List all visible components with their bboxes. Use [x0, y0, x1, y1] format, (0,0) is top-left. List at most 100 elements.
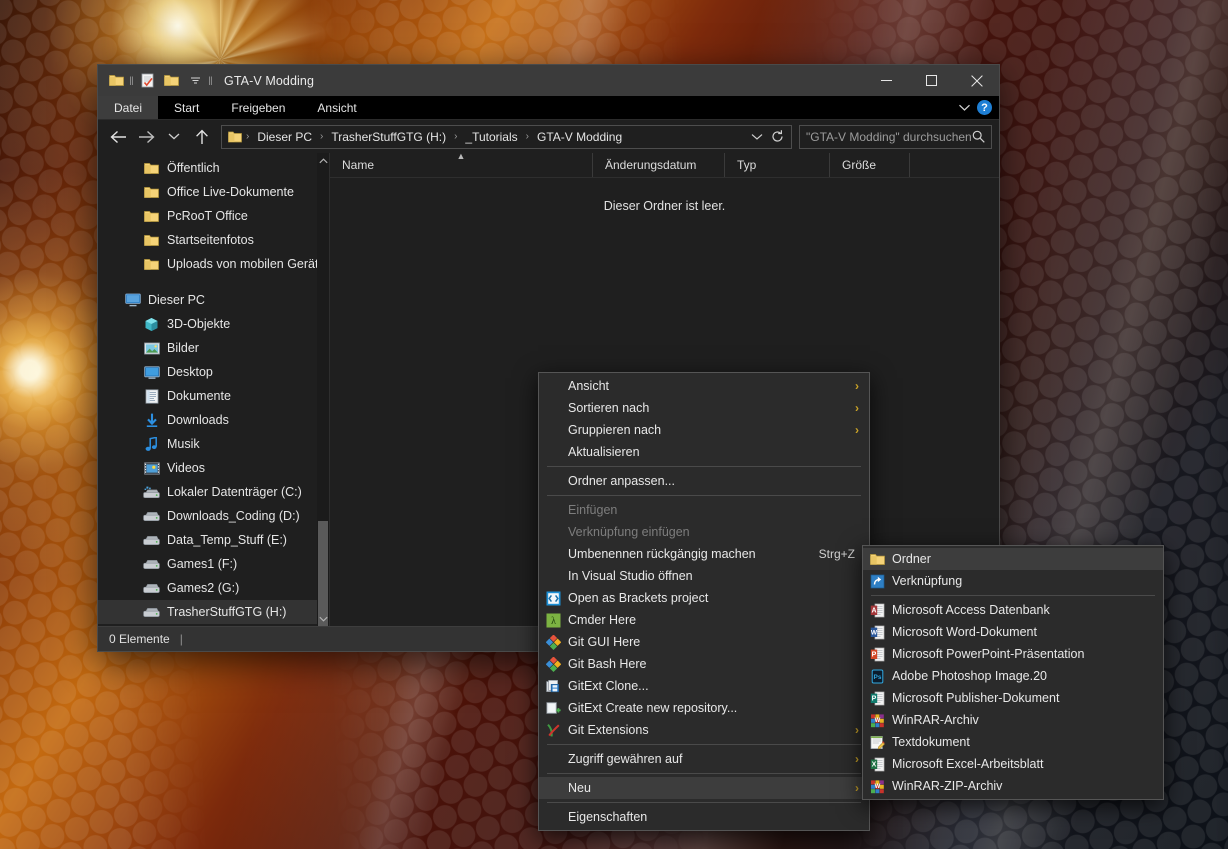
menu-item-ordner-anpassen[interactable]: Ordner anpassen...: [539, 470, 869, 492]
search-input[interactable]: "GTA-V Modding" durchsuchen: [799, 124, 992, 149]
menu-item-eigenschaften[interactable]: Eigenschaften: [539, 806, 869, 828]
submenu-item-ordner[interactable]: Ordner: [863, 548, 1163, 570]
column-label: Typ: [737, 158, 757, 172]
chevron-down-icon[interactable]: [751, 133, 763, 141]
sidebar-item-label: Games1 (F:): [167, 557, 238, 571]
search-icon[interactable]: [972, 130, 985, 143]
submenu-item-winrar-zip-archiv[interactable]: W WinRAR-ZIP-Archiv: [863, 775, 1163, 797]
menu-item-gruppieren-nach[interactable]: Gruppieren nach ›: [539, 419, 869, 441]
excel-icon: X: [863, 757, 892, 772]
submenu-item-microsoft-word-dokument[interactable]: W Microsoft Word-Dokument: [863, 621, 1163, 643]
chevron-down-icon[interactable]: [958, 103, 971, 112]
sidebar-item-dieser-pc[interactable]: Dieser PC: [98, 288, 329, 312]
menu-item-git-bash-here[interactable]: Git Bash Here: [539, 653, 869, 675]
tab-start[interactable]: Start: [158, 96, 215, 119]
submenu-item-adobe-photoshop-image[interactable]: Ps Adobe Photoshop Image.20: [863, 665, 1163, 687]
sidebar-item-data-temp-stuff-e[interactable]: Data_Temp_Stuff (E:): [98, 528, 329, 552]
submenu-item-microsoft-excel-arbeitsblatt[interactable]: X Microsoft Excel-Arbeitsblatt: [863, 753, 1163, 775]
sidebar-item-label: PcRooT Office: [167, 209, 248, 223]
properties-icon[interactable]: [135, 69, 159, 93]
svg-text:A: A: [871, 607, 876, 614]
folder-icon: [143, 208, 160, 224]
sidebar-item-downloads-coding-d[interactable]: Downloads_Coding (D:): [98, 504, 329, 528]
sidebar-item-games1-f[interactable]: Games1 (F:): [98, 552, 329, 576]
menu-item-aktualisieren[interactable]: Aktualisieren: [539, 441, 869, 463]
menu-item-label: Ordner anpassen...: [568, 474, 676, 488]
customize-qat-icon[interactable]: [183, 69, 207, 93]
sidebar-item-office-live-dokumente[interactable]: Office Live-Dokumente: [98, 180, 329, 204]
menu-item-gitext-clone[interactable]: GitExt Clone...: [539, 675, 869, 697]
submenu-item-verknuepfung[interactable]: Verknüpfung: [863, 570, 1163, 592]
menu-item-in-visual-studio-oeffnen[interactable]: In Visual Studio öffnen: [539, 565, 869, 587]
sidebar-item-startseitenfotos[interactable]: Startseitenfotos: [98, 228, 329, 252]
maximize-icon[interactable]: [909, 65, 954, 96]
column-header-typ[interactable]: Typ: [725, 153, 830, 177]
address-bar-controls: [751, 130, 787, 143]
back-arrow-icon[interactable]: [105, 124, 131, 150]
sidebar-item-videos[interactable]: Videos: [98, 456, 329, 480]
breadcrumb-item-dieser-pc[interactable]: Dieser PC: [252, 129, 317, 145]
tab-freigeben[interactable]: Freigeben: [215, 96, 301, 119]
navigation-pane-scrollbar[interactable]: [317, 153, 329, 626]
new-folder-icon[interactable]: [159, 69, 183, 93]
submenu-item-winrar-archiv[interactable]: W WinRAR-Archiv: [863, 709, 1163, 731]
recent-locations-icon[interactable]: [161, 124, 187, 150]
scroll-up-icon[interactable]: [317, 153, 329, 168]
breadcrumb-item-gta-v-modding[interactable]: GTA-V Modding: [532, 129, 627, 145]
sidebar-item-trasherstuffgtg-h[interactable]: TrasherStuffGTG (H:): [98, 600, 329, 624]
scroll-down-icon[interactable]: [317, 611, 329, 626]
drive-icon: [143, 580, 160, 596]
column-header-aenderungsdatum[interactable]: Änderungsdatum: [593, 153, 725, 177]
help-icon[interactable]: ?: [977, 100, 992, 115]
menu-item-open-as-brackets-project[interactable]: Open as Brackets project: [539, 587, 869, 609]
sidebar-item-pcroot-office[interactable]: PcRooT Office: [98, 204, 329, 228]
menu-item-git-gui-here[interactable]: Git GUI Here: [539, 631, 869, 653]
submenu-item-microsoft-powerpoint-praesentation[interactable]: P Microsoft PowerPoint-Präsentation: [863, 643, 1163, 665]
sidebar-item-label: Desktop: [167, 365, 213, 379]
sidebar-item-3d-objekte[interactable]: 3D-Objekte: [98, 312, 329, 336]
breadcrumb-item-tutorials[interactable]: _Tutorials: [460, 129, 522, 145]
menu-item-cmder-here[interactable]: λ Cmder Here: [539, 609, 869, 631]
close-icon[interactable]: [954, 65, 999, 96]
menu-item-gitext-create-new-repository[interactable]: GitExt Create new repository...: [539, 697, 869, 719]
sidebar-item-bilder[interactable]: Bilder: [98, 336, 329, 360]
breadcrumb-item-trasherstuffgtg[interactable]: TrasherStuffGTG (H:): [326, 129, 451, 145]
folder-icon[interactable]: [104, 69, 128, 93]
forward-arrow-icon[interactable]: [133, 124, 159, 150]
sidebar-item-uploads-von-mobilen-geraeten[interactable]: Uploads von mobilen Geräten: [98, 252, 329, 276]
sidebar-item-video-sammel-drive-eins-i[interactable]: Video_Sammel_Drive_Eins (I:): [98, 624, 329, 626]
sidebar-item-games2-g[interactable]: Games2 (G:): [98, 576, 329, 600]
refresh-icon[interactable]: [771, 130, 784, 143]
column-header-row: ▲ Name Änderungsdatum Typ Größe: [330, 152, 999, 178]
menu-item-zugriff-gewaehren-auf[interactable]: Zugriff gewähren auf ›: [539, 748, 869, 770]
menu-item-umbenennen-rueckgaengig-machen[interactable]: Umbenennen rückgängig machen Strg+Z: [539, 543, 869, 565]
submenu-item-microsoft-publisher-dokument[interactable]: P Microsoft Publisher-Dokument: [863, 687, 1163, 709]
menu-item-git-extensions[interactable]: Git Extensions ›: [539, 719, 869, 741]
sidebar-item-musik[interactable]: Musik: [98, 432, 329, 456]
breadcrumb-separator-2: ›: [454, 131, 458, 142]
up-arrow-icon[interactable]: [189, 124, 215, 150]
column-header-name[interactable]: ▲ Name: [330, 152, 593, 177]
submenu-item-label: WinRAR-Archiv: [892, 713, 979, 727]
submenu-item-microsoft-access-datenbank[interactable]: A Microsoft Access Datenbank: [863, 599, 1163, 621]
context-menu[interactable]: Ansicht › Sortieren nach › Gruppieren na…: [538, 372, 870, 831]
shortcut-icon: [863, 574, 892, 589]
sidebar-item-downloads[interactable]: Downloads: [98, 408, 329, 432]
menu-item-ansicht[interactable]: Ansicht ›: [539, 375, 869, 397]
submenu-item-textdokument[interactable]: Textdokument: [863, 731, 1163, 753]
minimize-icon[interactable]: [864, 65, 909, 96]
sidebar-item-desktop[interactable]: Desktop: [98, 360, 329, 384]
sidebar-item-dokumente[interactable]: Dokumente: [98, 384, 329, 408]
menu-item-sortieren-nach[interactable]: Sortieren nach ›: [539, 397, 869, 419]
menu-item-neu[interactable]: Neu ›: [539, 777, 869, 799]
sidebar-item-lokaler-datentraeger-c[interactable]: Lokaler Datenträger (C:): [98, 480, 329, 504]
address-bar[interactable]: › Dieser PC › TrasherStuffGTG (H:) › _Tu…: [221, 124, 792, 149]
sidebar-item-label: Musik: [167, 437, 200, 451]
sidebar-item-oeffentlich[interactable]: Öffentlich: [98, 156, 329, 180]
sidebar-item-label: Öffentlich: [167, 161, 220, 175]
new-submenu[interactable]: Ordner Verknüpfung A Microsoft Access Da…: [862, 545, 1164, 800]
column-header-groesse[interactable]: Größe: [830, 153, 910, 177]
tab-datei[interactable]: Datei: [98, 96, 159, 119]
tab-ansicht[interactable]: Ansicht: [301, 96, 372, 119]
submenu-arrow-icon: ›: [855, 752, 859, 766]
